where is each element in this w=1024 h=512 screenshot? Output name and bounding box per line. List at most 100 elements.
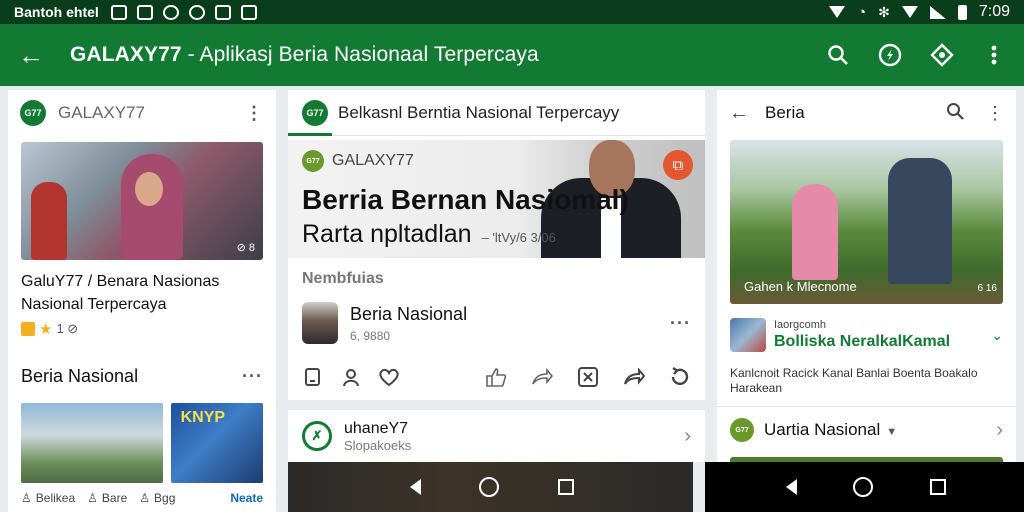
share-icon[interactable]: [623, 366, 645, 388]
source-info: Beria Nasional 6, 9880: [350, 304, 670, 343]
person-icon[interactable]: [340, 366, 362, 388]
active-tab-indicator: [288, 133, 332, 136]
left-hero-image[interactable]: ⊘ 8: [21, 142, 263, 260]
hero-subheadline: Rarta npltadlan – 'ltVy/6 3/06: [302, 220, 556, 249]
footer-b[interactable]: Bare: [102, 491, 127, 505]
middle-panel-title: Belkasnl Berntia Nasional Terpercayy: [338, 102, 620, 122]
thumbnail-text: KNYP: [180, 409, 226, 426]
bookmark-badge-icon[interactable]: ⧉: [663, 150, 693, 180]
middle-news-panel: G77 Belkasnl Berntia Nasional Terpercayy…: [288, 90, 705, 400]
star-icon: ★: [39, 321, 53, 338]
badge-icon: [21, 322, 35, 336]
wifi-signal-icon: [901, 6, 918, 18]
right-panel-header: ← Beria ⋮: [717, 90, 1016, 136]
location-icon: [829, 6, 846, 18]
hero-caption: Gahen k Mlecnome: [744, 279, 857, 294]
thumbnail-image[interactable]: KNYP: [170, 403, 263, 483]
chevron-right-icon[interactable]: ›: [996, 419, 1003, 442]
more-horiz-icon[interactable]: ···: [242, 366, 263, 387]
heart-icon[interactable]: [378, 366, 400, 388]
card-info: Iaorgcomh Bolliska NeralkalKamal: [774, 319, 991, 351]
app-icon: [188, 4, 205, 20]
hero-headline: Berria Bernan Nasiomal): [302, 184, 629, 215]
action-bar: [302, 366, 691, 388]
more-vert-icon[interactable]: ⋮: [245, 103, 264, 124]
chevron-right-icon[interactable]: ›: [684, 425, 691, 448]
hero-brand: G77 GALAXY77: [302, 150, 414, 172]
galaxy-logo-icon: G77: [730, 418, 754, 442]
card-headline: Bolliska NeralkalKamal: [774, 333, 951, 350]
source-sub: 6, 9880: [350, 328, 391, 343]
hero-figure: [31, 182, 67, 260]
forward-icon[interactable]: [531, 366, 553, 388]
second-card-sub: Slopakoeks: [344, 437, 412, 453]
middle-second-card[interactable]: ✗ uhaneY7 Slopakoeks ›: [288, 410, 705, 462]
nav-recents-icon[interactable]: [929, 479, 946, 495]
source-row[interactable]: Beria Nasional 6, 9880 ···: [302, 302, 691, 344]
thumbnail-image[interactable]: [21, 403, 163, 483]
app-title-brand: GALAXY77: [70, 43, 182, 66]
galaxy-logo-icon: G77: [20, 100, 46, 126]
like-icon[interactable]: [485, 366, 507, 388]
second-card-info: uhaneY7 Slopakoeks: [344, 420, 684, 453]
more-horiz-icon[interactable]: ···: [670, 313, 691, 334]
left-section-header: Beria Nasional ···: [21, 366, 263, 387]
chevron-down-icon[interactable]: ⌄: [991, 327, 1003, 344]
compass-icon[interactable]: [878, 43, 902, 67]
app-title-rest: - Aplikasj Beria Nasionaal Terpercaya: [181, 43, 539, 66]
source-name: Beria Nasional: [350, 303, 468, 324]
hero-figure: [135, 172, 163, 206]
close-box-icon[interactable]: [577, 366, 599, 388]
hero-subheadline-text: Rarta npltadlan: [302, 220, 472, 248]
image-icon: [136, 4, 153, 20]
nav-home-icon[interactable]: [853, 477, 874, 497]
footer-a[interactable]: Belikea: [36, 491, 75, 505]
right-panel-title: Beria: [765, 103, 805, 122]
left-article-title[interactable]: GaluY77 / Benara Nasionas Nasional Terpe…: [21, 270, 263, 316]
left-article-meta: ★ 1 ⊘: [21, 320, 263, 338]
hero-figure: [792, 184, 838, 280]
nav-recents-icon[interactable]: [557, 479, 574, 495]
right-list-row[interactable]: G77 Uartia Nasional ▼ ›: [730, 415, 1003, 445]
card-thumbnail: [730, 318, 766, 352]
navigation-bar: [705, 462, 1024, 512]
right-news-card[interactable]: Iaorgcomh Bolliska NeralkalKamal ⌄: [730, 318, 1003, 352]
share-diamond-icon[interactable]: [930, 43, 954, 67]
battery-icon: [957, 4, 967, 20]
footer-c[interactable]: Bgg: [154, 491, 175, 505]
middle-hero-banner[interactable]: G77 GALAXY77 Berria Bernan Nasiomal) Rar…: [288, 140, 705, 258]
left-footer: ♙ Belikea ♙ Bare ♙ Bgg Neate: [21, 491, 263, 505]
app-title: GALAXY77 - Aplikasj Beria Nasionaal Terp…: [70, 43, 798, 67]
card-kicker: Iaorgcomh: [774, 319, 826, 331]
more-vert-icon[interactable]: ⋮: [986, 103, 1004, 124]
photo-icon: [214, 4, 231, 20]
arrow-left-icon[interactable]: ←: [729, 102, 749, 125]
card-description: Kanlcnoit Racick Kanal Banlai Boenta Boa…: [730, 366, 978, 395]
hero-subheadline-meta: – 'ltVy/6 3/06: [481, 230, 556, 245]
bluetooth-icon: ✻: [878, 3, 890, 20]
nav-home-icon[interactable]: [479, 477, 500, 497]
left-news-panel: G77 GALAXY77 ⋮ ⊘ 8 GaluY77 / Benara Nasi…: [8, 90, 276, 512]
search-icon[interactable]: [826, 43, 850, 67]
thumbnail-row: KNYP: [21, 403, 263, 483]
right-hero-image[interactable]: Gahen k Mlecnome 6 16: [730, 140, 1003, 304]
status-bar: Bantoh ehtel ◔ ✻ 7:09: [0, 0, 1024, 24]
more-vert-icon[interactable]: [982, 43, 1006, 67]
footer-link[interactable]: Neate: [230, 491, 263, 505]
rating-text: 1 ⊘: [56, 321, 79, 336]
nav-back-icon[interactable]: [783, 478, 798, 496]
right-news-panel: ← Beria ⋮ Gahen k Mlecnome 6 16 Iaorgcom…: [717, 90, 1016, 512]
arrow-left-icon[interactable]: ←: [18, 40, 48, 71]
bookmark-icon[interactable]: [302, 366, 324, 388]
avatar: [302, 302, 338, 344]
middle-sub-label: Nembfuias: [302, 270, 384, 287]
clock-icon: [162, 4, 179, 20]
caret-down-icon: ▼: [886, 426, 898, 438]
search-icon[interactable]: [946, 102, 964, 125]
refresh-icon[interactable]: [669, 366, 691, 388]
person-icon: ♙: [21, 491, 32, 505]
status-time: 7:09: [978, 3, 1010, 20]
hero-count: 6 16: [977, 283, 997, 294]
nav-back-icon[interactable]: [407, 478, 422, 496]
cell-signal-icon: [929, 5, 946, 19]
